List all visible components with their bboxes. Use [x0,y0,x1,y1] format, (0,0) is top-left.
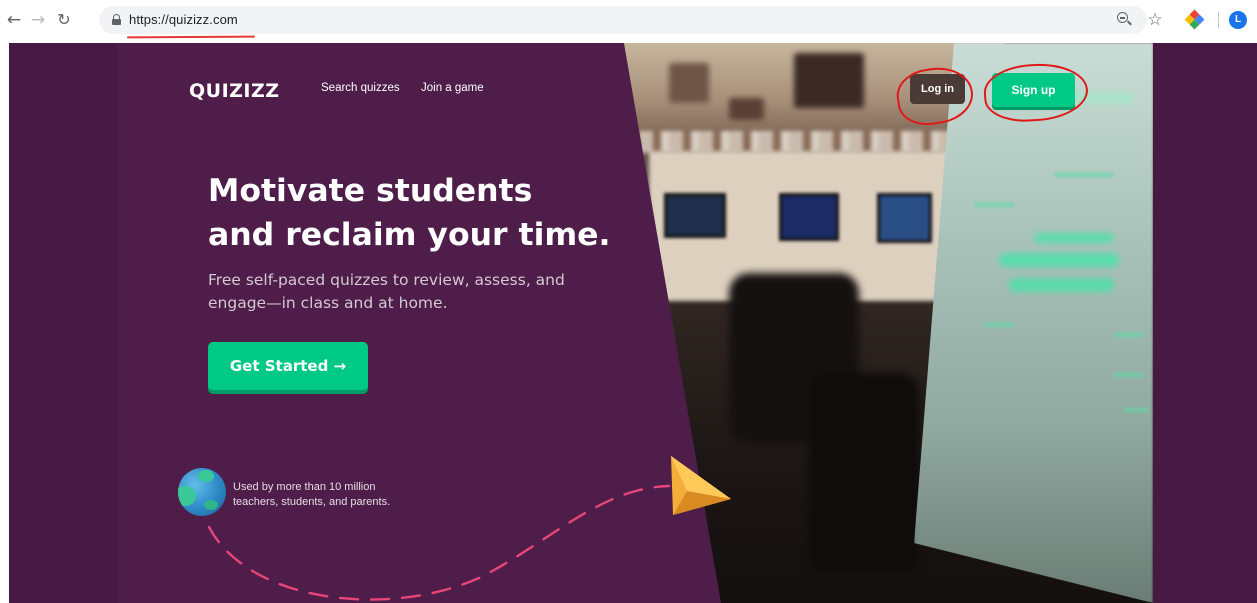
paper-plane-icon [671,456,731,515]
usage-stat-line2: teachers, students, and parents. [233,496,391,508]
lock-icon[interactable] [112,14,121,25]
usage-stat-text: Used by more than 10 million teachers, s… [233,480,433,510]
globe-icon [178,468,226,516]
profile-avatar[interactable]: L [1229,11,1247,29]
bookmark-star-icon[interactable]: ☆ [1146,10,1164,30]
browser-toolbar: ← → ↻ https://quizizz.com ☆ L [0,0,1257,40]
usage-stat-line1: Used by more than 10 million [233,481,376,493]
url-text[interactable]: https://quizizz.com [129,12,238,27]
zoom-icon[interactable] [1116,10,1134,30]
forward-arrow-icon[interactable]: → [28,10,48,30]
extension-icon[interactable] [1184,9,1205,30]
address-bar[interactable]: https://quizizz.com [99,6,1147,34]
toolbar-separator [1218,12,1219,28]
reload-icon[interactable]: ↻ [54,10,74,30]
back-arrow-icon[interactable]: ← [4,10,24,30]
quizizz-landing-page: QUIZIZZ Search quizzes Join a game Log i… [9,43,1257,603]
